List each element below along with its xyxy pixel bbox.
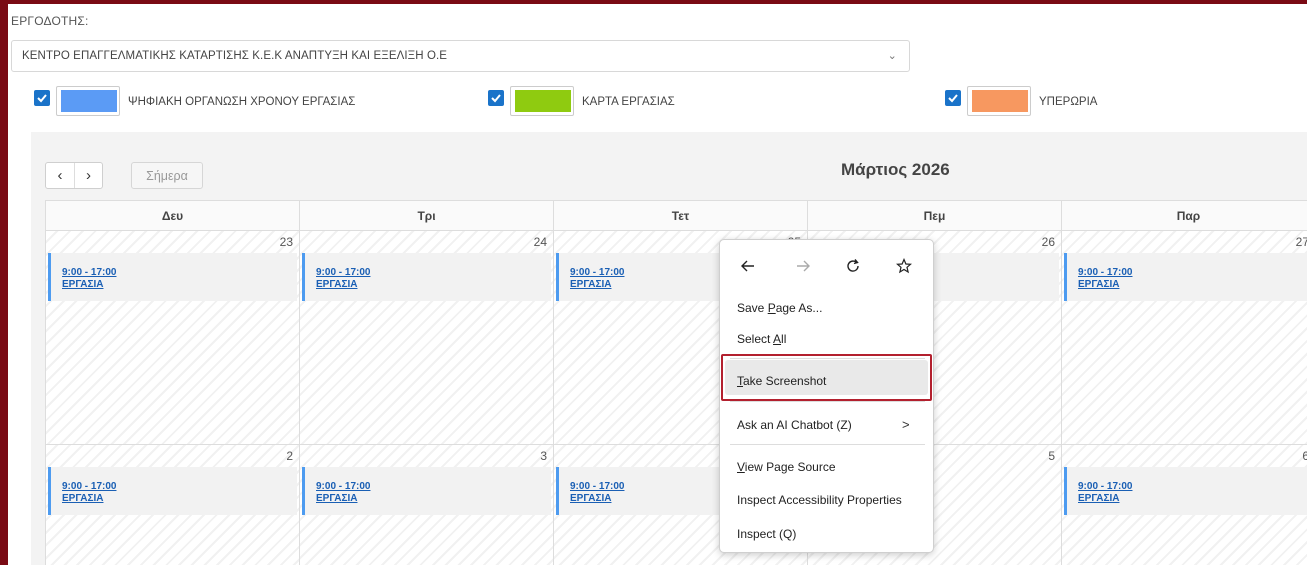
day-number: 3 — [540, 449, 547, 463]
event[interactable]: 9:00 - 17:00 ΕΡΓΑΣΙΑ — [302, 253, 551, 301]
event-time-link[interactable]: 9:00 - 17:00 — [1078, 267, 1307, 279]
save-page-accesskey: P — [767, 301, 776, 315]
app-window: ΕΡΓΟΔΟΤΗΣ: ΚΕΝΤΡΟ ΕΠΑΓΓΕΛΜΑΤΙΚΗΣ ΚΑΤΑΡΤΙ… — [8, 0, 1307, 565]
color-swatch-card — [515, 90, 571, 112]
chevron-left-icon: ‹ — [57, 167, 63, 184]
menu-item-inspect[interactable]: Inspect (Q) — [737, 527, 796, 541]
event-label-link[interactable]: ΕΡΓΑΣΙΑ — [62, 279, 297, 291]
event-label-link[interactable]: ΕΡΓΑΣΙΑ — [62, 493, 297, 505]
color-swatch-overtime — [972, 90, 1028, 112]
day-cell[interactable]: 24 9:00 - 17:00 ΕΡΓΑΣΙΑ — [300, 231, 554, 445]
arrow-left-icon — [741, 260, 754, 272]
reload-button[interactable] — [841, 254, 865, 278]
event-label-link[interactable]: ΕΡΓΑΣΙΑ — [1078, 279, 1307, 291]
menu-item-save-page[interactable]: Save Page As... — [737, 301, 822, 315]
event-time-link[interactable]: 9:00 - 17:00 — [62, 481, 297, 493]
event-time-link[interactable]: 9:00 - 17:00 — [1078, 481, 1307, 493]
day-number: 6 — [1302, 449, 1307, 463]
day-header-thu: Πεμ — [808, 201, 1062, 231]
day-cell[interactable]: 6 9:00 - 17:00 ΕΡΓΑΣΙΑ — [1062, 445, 1307, 565]
chevron-down-icon: ⌄ — [887, 50, 897, 62]
checkbox-digital[interactable] — [34, 90, 50, 106]
color-picker-overtime[interactable] — [967, 86, 1031, 116]
event[interactable]: 9:00 - 17:00 ΕΡΓΑΣΙΑ — [302, 467, 551, 515]
menu-item-take-screenshot[interactable]: Take Screenshot — [737, 374, 826, 388]
day-number: 5 — [1048, 449, 1055, 463]
forward-button[interactable] — [791, 254, 815, 278]
event[interactable]: 9:00 - 17:00 ΕΡΓΑΣΙΑ — [1064, 467, 1307, 515]
legend-label-card: ΚΑΡΤΑ ΕΡΓΑΣΙΑΣ — [582, 96, 675, 108]
employer-label: ΕΡΓΟΔΟΤΗΣ: — [11, 14, 89, 28]
day-header-mon: Δευ — [46, 201, 300, 231]
select-all-accesskey: A — [773, 332, 782, 346]
menu-separator — [730, 401, 925, 402]
day-number: 24 — [533, 235, 547, 249]
today-button[interactable]: Σήμερα — [131, 162, 203, 189]
bookmark-button[interactable] — [892, 254, 916, 278]
event[interactable]: 9:00 - 17:00 ΕΡΓΑΣΙΑ — [48, 467, 297, 515]
menu-item-ask-ai[interactable]: Ask an AI Chatbot (Z) — [737, 418, 852, 432]
legend-label-overtime: ΥΠΕΡΩΡΙΑ — [1039, 96, 1098, 108]
employer-select[interactable]: ΚΕΝΤΡΟ ΕΠΑΓΓΕΛΜΑΤΙΚΗΣ ΚΑΤΑΡΤΙΣΗΣ Κ.Ε.Κ Α… — [11, 40, 910, 72]
menu-separator — [730, 444, 925, 445]
event-label-link[interactable]: ΕΡΓΑΣΙΑ — [316, 279, 551, 291]
day-number: 23 — [279, 235, 293, 249]
context-menu: Save Page As... Select All Take Screensh… — [719, 239, 934, 553]
color-picker-card[interactable] — [510, 86, 574, 116]
day-header-tue: Τρι — [300, 201, 554, 231]
menu-item-view-source[interactable]: View Page Source — [737, 460, 836, 474]
calendar-nav: ‹ › — [45, 162, 103, 189]
back-button[interactable] — [736, 254, 760, 278]
arrow-right-icon — [797, 260, 810, 272]
legend-label-digital: ΨΗΦΙΑΚΗ ΟΡΓΑΝΩΣΗ ΧΡΟΝΟΥ ΕΡΓΑΣΙΑΣ — [128, 96, 356, 108]
chevron-right-icon: > — [902, 417, 910, 432]
event-time-link[interactable]: 9:00 - 17:00 — [316, 267, 551, 279]
save-page-text-a: Save — [737, 301, 768, 315]
calendar-title: Μάρτιος 2026 — [841, 160, 950, 179]
event-time-link[interactable]: 9:00 - 17:00 — [316, 481, 551, 493]
take-screenshot-text: ake Screenshot — [743, 374, 827, 388]
employer-select-value: ΚΕΝΤΡΟ ΕΠΑΓΓΕΛΜΑΤΙΚΗΣ ΚΑΤΑΡΤΙΣΗΣ Κ.Ε.Κ Α… — [22, 50, 448, 62]
check-icon — [37, 94, 47, 103]
day-cell[interactable]: 2 9:00 - 17:00 ΕΡΓΑΣΙΑ — [46, 445, 300, 565]
event[interactable]: 9:00 - 17:00 ΕΡΓΑΣΙΑ — [48, 253, 297, 301]
context-nav-row — [720, 250, 935, 280]
day-number: 26 — [1041, 235, 1055, 249]
inspect-accessibility-text: Inspect Accessibility Properties — [737, 493, 902, 507]
checkbox-overtime[interactable] — [945, 90, 961, 106]
day-number: 27 — [1295, 235, 1307, 249]
calendar-grid: Δευ Τρι Τετ Πεμ Παρ 23 9:00 - 17:00 ΕΡΓΑ… — [45, 200, 1307, 565]
star-icon — [896, 258, 912, 274]
event-label-link[interactable]: ΕΡΓΑΣΙΑ — [316, 493, 551, 505]
color-picker-digital[interactable] — [56, 86, 120, 116]
save-page-text-b: age As... — [775, 301, 823, 315]
check-icon — [948, 94, 958, 103]
next-month-button[interactable]: › — [74, 163, 102, 188]
day-header-wed: Τετ — [554, 201, 808, 231]
select-all-text-a: Select — [737, 332, 774, 346]
prev-month-button[interactable]: ‹ — [46, 163, 74, 188]
event[interactable]: 9:00 - 17:00 ΕΡΓΑΣΙΑ — [1064, 253, 1307, 301]
inspect-text: Inspect (Q) — [737, 527, 797, 541]
menu-item-select-all[interactable]: Select All — [737, 332, 786, 346]
reload-icon — [847, 259, 859, 272]
day-cell[interactable]: 3 9:00 - 17:00 ΕΡΓΑΣΙΑ — [300, 445, 554, 565]
day-cell[interactable]: 27 9:00 - 17:00 ΕΡΓΑΣΙΑ — [1062, 231, 1307, 445]
day-header-fri: Παρ — [1062, 201, 1307, 231]
day-cell[interactable]: 23 9:00 - 17:00 ΕΡΓΑΣΙΑ — [46, 231, 300, 445]
select-all-text-b: ll — [781, 332, 787, 346]
event-label-link[interactable]: ΕΡΓΑΣΙΑ — [1078, 493, 1307, 505]
view-source-text: iew Page Source — [744, 460, 836, 474]
ask-ai-text: Ask an AI Chatbot (Z) — [737, 418, 852, 432]
chevron-right-icon: › — [86, 167, 91, 184]
menu-item-inspect-accessibility[interactable]: Inspect Accessibility Properties — [737, 493, 902, 507]
checkbox-card[interactable] — [488, 90, 504, 106]
event-time-link[interactable]: 9:00 - 17:00 — [62, 267, 297, 279]
check-icon — [491, 94, 501, 103]
view-source-accesskey: V — [737, 460, 745, 474]
color-swatch-digital — [61, 90, 117, 112]
day-number: 2 — [286, 449, 293, 463]
calendar-panel: ‹ › Σήμερα Μάρτιος 2026 Δευ Τρι Τετ Πεμ … — [31, 132, 1307, 565]
